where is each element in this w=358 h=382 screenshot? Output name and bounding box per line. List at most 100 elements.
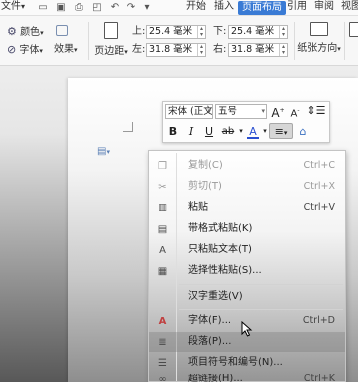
strikethrough-button[interactable]: ab [219,124,237,140]
font-theme-icon: ⊘ [7,43,17,56]
theme-colors-button[interactable]: ⚙ 颜色▾ [7,25,44,40]
theme-button[interactable] [56,25,70,39]
spinner-icon[interactable]: ▴ ▾ [197,44,205,56]
font-name-dropdown[interactable]: 宋体 (正文 ▾ [165,104,213,119]
paragraph-icon: ≣ [158,337,167,348]
open-icon[interactable]: ▭ [36,1,50,14]
save-icon[interactable]: ▣ [54,1,68,14]
chevron-down-icon: ▾ [21,2,26,11]
preview-icon[interactable]: ◰ [90,1,104,14]
margin-right-field[interactable]: 31.8 毫米 ▴ ▾ [228,43,288,57]
menu-item-shortcut: Ctrl+C [303,160,336,171]
dropdown-icon[interactable]: ▾ [140,1,154,14]
menu-item-label: 项目符号和编号(N)... [188,357,283,368]
menu-separator [179,284,343,285]
menu-item-shortcut: Ctrl+X [303,181,335,192]
ribbon-separator [88,22,89,60]
theme-effect-button[interactable]: 效果▾ [54,43,78,57]
tab-page-layout[interactable]: 页面布局 [238,1,286,15]
spinner-icon[interactable]: ▴ ▾ [197,26,205,38]
menu-item-label: 复制(C) [188,160,223,171]
paste-options-icon[interactable]: ▤▾ [97,146,110,157]
bullets-icon: ☰ [158,358,167,369]
align-button[interactable]: ≡▾ [269,123,293,139]
orientation-label: 纸张方向 [297,43,338,54]
tab-references[interactable]: 引用 [287,0,307,16]
line-spacing-icon: ⇕☰ [306,104,326,117]
paste-special-icon: ▦ [157,266,168,277]
menu-item-label: 选择性粘贴(S)... [188,265,262,276]
orientation-icon [310,22,328,36]
color-label: 颜色 [20,27,41,38]
undo-icon[interactable]: ↶ [108,1,122,14]
font-size-dropdown[interactable]: 五号 ▾ [215,104,267,119]
margin-top-label: 上: [132,26,146,37]
menu-item-paste[interactable]: ▥ 粘贴 Ctrl+V [149,198,345,218]
margin-right-label: 右: [213,44,227,55]
line-spacing-button[interactable]: ⇕☰ [306,103,326,119]
margins-button[interactable]: 页边距▾ [92,22,130,57]
menu-item-hyperlink[interactable]: ∞ 超链接(H)... Ctrl+K [149,374,345,382]
margin-left-field[interactable]: 31.8 毫米 ▴ ▾ [146,43,206,57]
menu-item-label: 只粘贴文本(T) [188,244,252,255]
menu-item-paste-with-format[interactable]: ▤ 带格式粘贴(K) [149,219,345,239]
spinner-icon[interactable]: ▴ ▾ [279,44,287,56]
font-color-button[interactable]: A [247,124,259,139]
margin-corner-mark [123,122,133,132]
menu-item-shortcut: Ctrl+V [303,202,335,213]
paste-format-icon: ▤ [157,224,168,235]
theme-font-button[interactable]: ⊘ 字体▾ [7,43,43,58]
hyperlink-icon: ∞ [158,374,167,382]
margin-bottom-value: 25.4 毫米 [231,26,275,37]
menu-item-hanzi-reselect[interactable]: 汉字重选(V) [149,287,345,307]
spinner-icon[interactable]: ▴ ▾ [279,26,287,38]
tab-review[interactable]: 审阅 [314,0,334,16]
paper-orientation-button[interactable]: 纸张方向▾ [296,22,342,54]
chevron-down-icon: ▾ [261,107,265,115]
file-menu-label: 文件 [1,1,21,12]
shrink-font-button[interactable]: A- [288,103,302,119]
menu-item-bullets-numbering[interactable]: ☰ 项目符号和编号(N)... [149,353,345,373]
bold-button[interactable]: B [167,124,179,140]
menu-item-label: 段落(P)... [188,336,232,347]
margin-top-field[interactable]: 25.4 毫米 ▴ ▾ [146,25,206,39]
print-icon[interactable]: ⎙ [72,1,86,14]
paper-size-button[interactable] [347,22,358,40]
menu-item-cut[interactable]: ✂ 剪切(T) Ctrl+X [149,177,345,197]
chevron-down-icon[interactable]: ▾ [237,124,245,140]
menu-item-label: 字体(F)... [188,315,232,326]
effect-label: 效果 [54,44,74,55]
ribbon-separator [344,22,345,60]
margins-icon [104,22,118,39]
menu-item-label: 超链接(H)... [188,374,243,382]
tab-view[interactable]: 视图 [341,0,358,16]
format-painter-button[interactable]: ⌂ [296,124,310,140]
menu-item-label: 带格式粘贴(K) [188,223,253,234]
font-name-value: 宋体 (正文 [168,106,213,117]
file-menu[interactable]: 文件▾ [1,0,25,16]
grow-font-button[interactable]: A+ [271,103,285,120]
chevron-down-icon[interactable]: ▾ [261,124,269,140]
theme-icon [56,25,68,36]
redo-icon[interactable]: ↷ [124,1,138,14]
mini-toolbar: 宋体 (正文 ▾ 五号 ▾ A+ A- ⇕☰ B I U ab ▾ A ▾ ≡▾ ⌂ [162,101,330,143]
cut-icon: ✂ [158,182,167,193]
paper-size-icon [348,22,358,37]
margin-bottom-field[interactable]: 25.4 毫米 ▴ ▾ [228,25,288,39]
margin-left-value: 31.8 毫米 [149,44,193,55]
menu-item-paste-text-only[interactable]: A 只粘贴文本(T) [149,240,345,260]
menu-item-copy[interactable]: ❐ 复制(C) Ctrl+C [149,156,345,176]
ribbon-separator [294,22,295,60]
mouse-cursor-icon [241,321,253,337]
italic-button[interactable]: I [185,124,197,140]
menu-item-shortcut: Ctrl+D [302,315,335,326]
font-size-value: 五号 [218,106,238,117]
tab-insert[interactable]: 插入 [214,0,234,16]
margin-right-value: 31.8 毫米 [231,44,275,55]
menu-item-label: 粘贴 [188,202,208,213]
margin-top-value: 25.4 毫米 [149,26,193,37]
margin-left-label: 左: [132,44,146,55]
underline-button[interactable]: U [203,124,215,140]
tab-start[interactable]: 开始 [186,0,206,16]
menu-item-paste-special[interactable]: ▦ 选择性粘贴(S)... [149,261,345,281]
